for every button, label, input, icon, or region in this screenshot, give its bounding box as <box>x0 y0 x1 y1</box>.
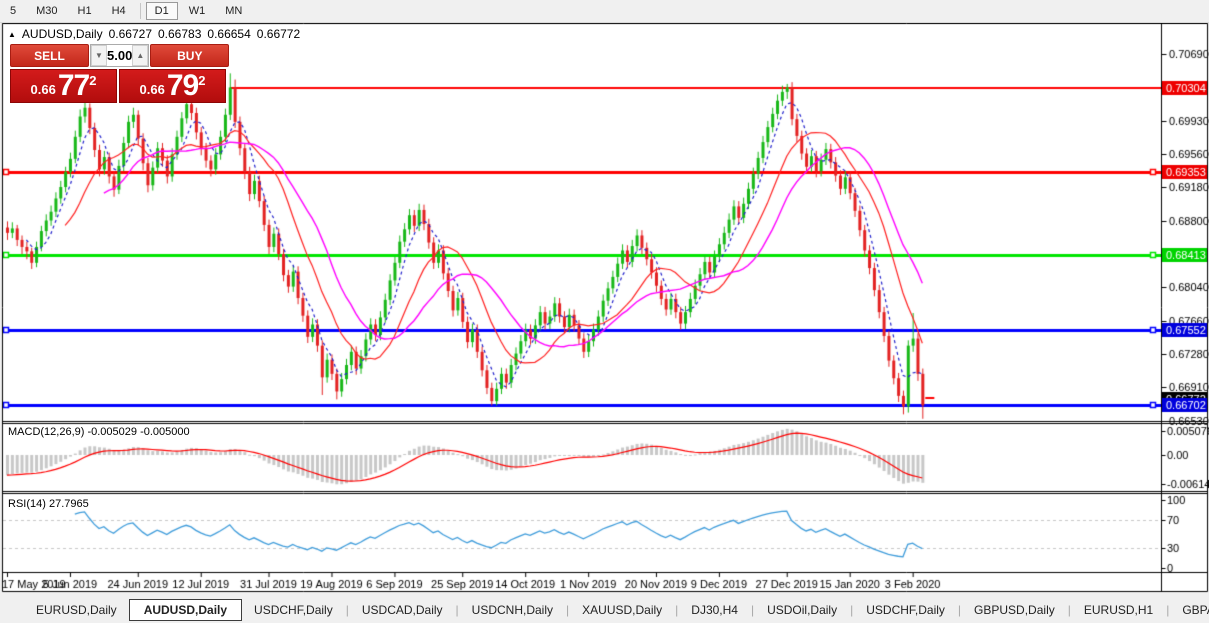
timeframe-button-h4[interactable]: H4 <box>103 2 135 20</box>
timeframe-button-w1[interactable]: W1 <box>180 2 215 20</box>
one-click-trading-panel: SELL ▼ 5.00 ▲ BUY 0.66 77 2 0.66 79 2 <box>10 44 226 103</box>
tab-usdoil-daily[interactable]: USDOil,Daily <box>755 600 849 620</box>
chart-title: ▲ AUDUSD,Daily 0.66727 0.66783 0.66654 0… <box>8 27 300 41</box>
volume-increase-button[interactable]: ▲ <box>132 45 148 66</box>
open-value: 0.66727 <box>109 27 152 41</box>
tab-separator: | <box>346 603 349 617</box>
rsi-indicator-label: RSI(14) 27.7965 <box>8 498 89 510</box>
timeframe-button-d1[interactable]: D1 <box>146 2 178 20</box>
tab-separator: | <box>1068 603 1071 617</box>
toolbar-divider <box>140 3 141 19</box>
mt4-window: 5M30H1H4 D1W1MN ▲ AUDUSD,Daily 0.66727 0.… <box>0 0 1209 623</box>
ohlc-values: 0.66727 0.66783 0.66654 0.66772 <box>109 27 301 41</box>
tab-eurusd-daily[interactable]: EURUSD,Daily <box>24 600 129 620</box>
timeframe-button-5[interactable]: 5 <box>1 2 25 20</box>
timeframe-toolbar: 5M30H1H4 D1W1MN <box>0 0 1209 23</box>
ask-prefix: 0.66 <box>140 82 165 102</box>
bid-pip-digit: 2 <box>89 70 96 88</box>
tab-gbpusd-daily[interactable]: GBPUSD,Daily <box>962 600 1067 620</box>
tab-separator: | <box>566 603 569 617</box>
tab-usdchf-daily[interactable]: USDCHF,Daily <box>242 600 345 620</box>
collapse-chart-icon[interactable]: ▲ <box>8 30 16 39</box>
tab-gbpaud-h1[interactable]: GBPAUD,H1 <box>1170 600 1209 620</box>
ask-price-box[interactable]: 0.66 79 2 <box>119 69 226 103</box>
ask-pip-digit: 2 <box>198 70 205 88</box>
timeframe-button-h1[interactable]: H1 <box>69 2 101 20</box>
tab-separator: | <box>675 603 678 617</box>
tab-audusd-daily[interactable]: AUDUSD,Daily <box>129 599 242 621</box>
tab-separator: | <box>1166 603 1169 617</box>
timeframe-button-mn[interactable]: MN <box>216 2 251 20</box>
macd-indicator-label: MACD(12,26,9) -0.005029 -0.005000 <box>8 426 190 438</box>
volume-spinner: ▼ 5.00 ▲ <box>90 44 149 67</box>
sell-button[interactable]: SELL <box>10 44 89 67</box>
tab-usdchf-daily[interactable]: USDCHF,Daily <box>854 600 957 620</box>
volume-decrease-button[interactable]: ▼ <box>91 45 107 66</box>
tab-separator: | <box>751 603 754 617</box>
bid-big-digits: 77 <box>58 69 89 103</box>
tab-usdcad-daily[interactable]: USDCAD,Daily <box>350 600 455 620</box>
buy-button[interactable]: BUY <box>150 44 229 67</box>
tab-usdcnh-daily[interactable]: USDCNH,Daily <box>460 600 565 620</box>
tab-separator: | <box>958 603 961 617</box>
ask-big-digits: 79 <box>167 69 198 103</box>
bid-price-box[interactable]: 0.66 77 2 <box>10 69 117 103</box>
tab-separator: | <box>850 603 853 617</box>
volume-input[interactable]: 5.00 <box>107 45 132 66</box>
bid-prefix: 0.66 <box>31 82 56 102</box>
high-value: 0.66783 <box>158 27 201 41</box>
close-value: 0.66772 <box>257 27 300 41</box>
tab-eurusd-h1[interactable]: EURUSD,H1 <box>1072 600 1165 620</box>
low-value: 0.66654 <box>207 27 250 41</box>
timeframe-button-m30[interactable]: M30 <box>27 2 66 20</box>
tab-xauusd-daily[interactable]: XAUUSD,Daily <box>570 600 674 620</box>
chart-symbol-label: AUDUSD,Daily <box>22 27 103 41</box>
chart-tab-bar: EURUSD,DailyAUDUSD,DailyUSDCHF,Daily|USD… <box>0 597 1209 623</box>
tab-dj30-h4[interactable]: DJ30,H4 <box>679 600 750 620</box>
tab-separator: | <box>456 603 459 617</box>
